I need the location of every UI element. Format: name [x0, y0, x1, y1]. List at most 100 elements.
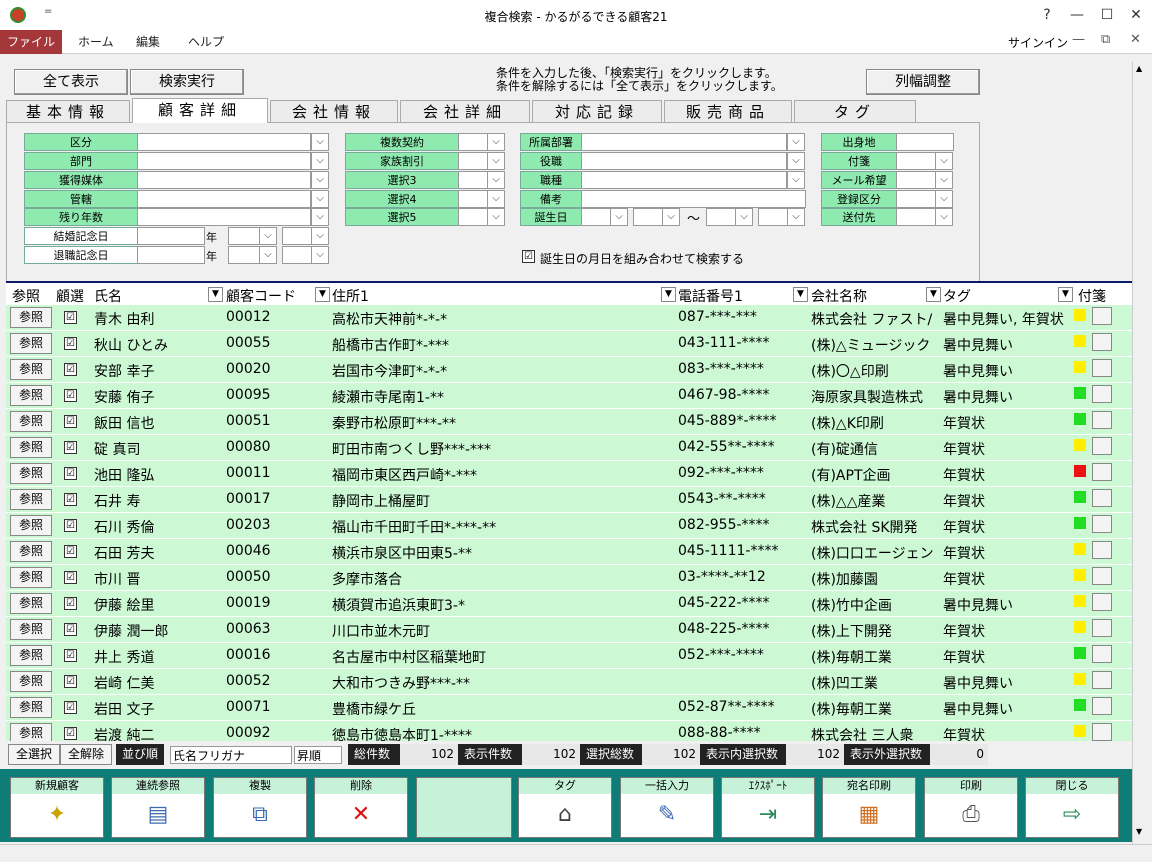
sticky-button[interactable]: [1092, 463, 1112, 481]
reference-button[interactable]: 参照: [10, 645, 52, 666]
signin-link[interactable]: サインイン: [1008, 34, 1068, 51]
chevron-down-icon[interactable]: ⌵: [311, 133, 329, 151]
chevron-down-icon[interactable]: ▼: [926, 287, 941, 302]
header-company[interactable]: 会社名称: [811, 286, 867, 306]
chevron-down-icon[interactable]: ⌵: [787, 171, 805, 189]
select4-select[interactable]: [458, 190, 488, 208]
search-execute-button[interactable]: 検索実行: [130, 69, 244, 95]
chevron-down-icon[interactable]: ⌵: [610, 208, 628, 226]
tab-contact-record[interactable]: 対応記録: [532, 100, 662, 122]
birthday-to-day[interactable]: [758, 208, 788, 226]
show-all-button[interactable]: 全て表示: [14, 69, 128, 95]
row-select-checkbox[interactable]: ☑: [64, 649, 77, 662]
row-select-checkbox[interactable]: ☑: [64, 571, 77, 584]
remarks-input[interactable]: [581, 190, 806, 208]
ribbon-close-button[interactable]: ✕: [1130, 32, 1141, 47]
chevron-down-icon[interactable]: ⌵: [487, 171, 505, 189]
birthday-to-month[interactable]: [706, 208, 736, 226]
sticky-button[interactable]: [1092, 697, 1112, 715]
vertical-scrollbar[interactable]: ▲ ▼: [1132, 62, 1152, 848]
chevron-down-icon[interactable]: ⌵: [787, 133, 805, 151]
tab-tags[interactable]: タグ: [794, 100, 916, 122]
row-select-checkbox[interactable]: ☑: [64, 467, 77, 480]
chevron-down-icon[interactable]: ⌵: [311, 208, 329, 226]
table-row[interactable]: 参照 ☑ 秋山 ひとみ 00055 船橋市古作町*-*** 043-111-**** (株)…: [6, 331, 1132, 357]
ribbon-tab-file[interactable]: ファイル: [0, 30, 62, 54]
continuous-view-button[interactable]: 連続参照 ▤: [111, 777, 205, 838]
remaining-years-select[interactable]: [137, 208, 311, 226]
table-row[interactable]: 参照 ☑ 伊藤 絵里 00019 横須賀市追浜東町3-* 045-222-**** (株)竹…: [6, 591, 1132, 617]
duplicate-button[interactable]: 複製 ⧉: [213, 777, 307, 838]
sticky-button[interactable]: [1092, 593, 1112, 611]
delete-button[interactable]: 削除 ✕: [314, 777, 408, 838]
row-select-checkbox[interactable]: ☑: [64, 493, 77, 506]
chevron-down-icon[interactable]: ⌵: [935, 208, 953, 226]
chevron-down-icon[interactable]: ⌵: [311, 152, 329, 170]
wedding-day-select[interactable]: [282, 227, 312, 245]
chevron-down-icon[interactable]: ⌵: [662, 208, 680, 226]
reference-button[interactable]: 参照: [10, 463, 52, 484]
row-select-checkbox[interactable]: ☑: [64, 519, 77, 532]
position-select[interactable]: [581, 152, 787, 170]
reference-button[interactable]: 参照: [10, 489, 52, 510]
table-row[interactable]: 参照 ☑ 岩崎 仁美 00052 大和市つきみ野***-** (株)凹工業 暑中見舞い: [6, 669, 1132, 695]
table-row[interactable]: 参照 ☑ 市川 晋 00050 多摩市落合 03-****-**12 (株)加藤園 年賀状: [6, 565, 1132, 591]
select3-select[interactable]: [458, 171, 488, 189]
table-row[interactable]: 参照 ☑ 池田 隆弘 00011 福岡市東区西戸崎*-*** 092-***-**** (有…: [6, 461, 1132, 487]
table-row[interactable]: 参照 ☑ 碇 真司 00080 町田市南つくし野***-*** 042-55**-****…: [6, 435, 1132, 461]
tab-sales-products[interactable]: 販売商品: [664, 100, 792, 122]
sticky-button[interactable]: [1092, 411, 1112, 429]
tab-company-detail[interactable]: 会社詳細: [400, 100, 530, 122]
retirement-day-select[interactable]: [282, 246, 312, 264]
chevron-down-icon[interactable]: ▼: [315, 287, 330, 302]
multi-contract-select[interactable]: [458, 133, 488, 151]
table-row[interactable]: 参照 ☑ 青木 由利 00012 高松市天神前*-*-* 087-***-*** 株式会社 …: [6, 305, 1132, 331]
row-select-checkbox[interactable]: ☑: [64, 545, 77, 558]
ribbon-tab-home[interactable]: ホーム: [66, 30, 126, 54]
chevron-down-icon[interactable]: ⌵: [259, 227, 277, 245]
new-customer-button[interactable]: 新規顧客 ✦: [10, 777, 104, 838]
chevron-down-icon[interactable]: ⌵: [735, 208, 753, 226]
sticky-button[interactable]: [1092, 515, 1112, 533]
sticky-button[interactable]: [1092, 541, 1112, 559]
reference-button[interactable]: 参照: [10, 697, 52, 718]
table-row[interactable]: 参照 ☑ 石田 芳夫 00046 横浜市泉区中田東5-** 045-1111-**** (株…: [6, 539, 1132, 565]
export-button[interactable]: ｴｸｽﾎﾟｰﾄ ⇥: [721, 777, 815, 838]
chevron-down-icon[interactable]: ⌵: [935, 152, 953, 170]
sort-order-select[interactable]: 昇順: [294, 746, 342, 764]
chevron-down-icon[interactable]: ⌵: [311, 171, 329, 189]
birthday-combine-checkbox[interactable]: ☑: [522, 250, 535, 263]
sticky-button[interactable]: [1092, 437, 1112, 455]
tag-button[interactable]: タグ ⌂: [518, 777, 612, 838]
retirement-month-select[interactable]: [228, 246, 260, 264]
acquisition-select[interactable]: [137, 171, 311, 189]
close-button[interactable]: 閉じる ⇨: [1025, 777, 1119, 838]
reference-button[interactable]: 参照: [10, 333, 52, 354]
sticky-button[interactable]: [1092, 307, 1112, 325]
reference-button[interactable]: 参照: [10, 359, 52, 380]
maximize-button[interactable]: ☐: [1092, 4, 1122, 26]
reference-button[interactable]: 参照: [10, 567, 52, 588]
print-button[interactable]: 印刷 ⎙: [924, 777, 1018, 838]
sort-field-select[interactable]: 氏名フリガナ: [170, 746, 292, 764]
birthday-from-month[interactable]: [581, 208, 611, 226]
birthday-from-day[interactable]: [633, 208, 663, 226]
family-discount-select[interactable]: [458, 152, 488, 170]
chevron-down-icon[interactable]: ⌵: [935, 171, 953, 189]
row-select-checkbox[interactable]: ☑: [64, 311, 77, 324]
sticky-button[interactable]: [1092, 645, 1112, 663]
row-select-checkbox[interactable]: ☑: [64, 441, 77, 454]
chevron-down-icon[interactable]: ⌵: [787, 152, 805, 170]
chevron-down-icon[interactable]: ⌵: [311, 190, 329, 208]
chevron-down-icon[interactable]: ▼: [208, 287, 223, 302]
destination-select[interactable]: [896, 208, 936, 226]
wedding-month-select[interactable]: [228, 227, 260, 245]
chevron-down-icon[interactable]: ▼: [661, 287, 676, 302]
table-row[interactable]: 参照 ☑ 安部 幸子 00020 岩国市今津町*-*-* 083-***-**** (株)〇…: [6, 357, 1132, 383]
minimize-button[interactable]: —: [1062, 4, 1092, 26]
table-row[interactable]: 参照 ☑ 伊藤 潤一郎 00063 川口市並木元町 048-225-**** (株)上下開発…: [6, 617, 1132, 643]
label-print-button[interactable]: 宛名印刷 ▦: [822, 777, 916, 838]
chevron-down-icon[interactable]: ⌵: [487, 133, 505, 151]
row-select-checkbox[interactable]: ☑: [64, 623, 77, 636]
table-row[interactable]: 参照 ☑ 石川 秀倫 00203 福山市千田町千田*-***-** 082-955-***…: [6, 513, 1132, 539]
